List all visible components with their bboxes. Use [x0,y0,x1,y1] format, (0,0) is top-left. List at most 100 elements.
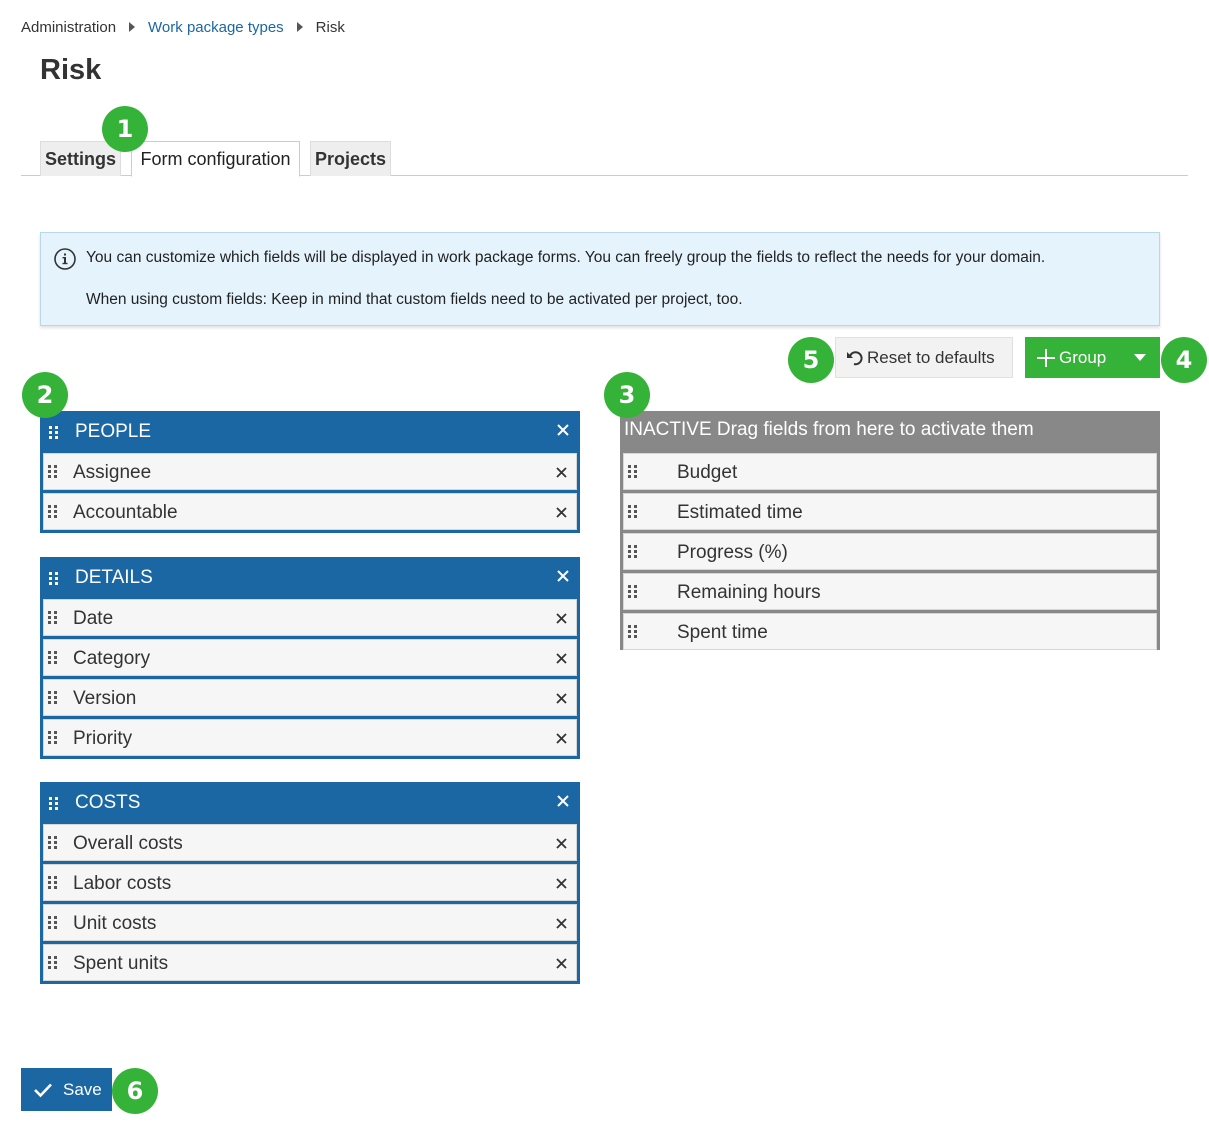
close-icon[interactable] [556,423,570,437]
field-label: Spent time [677,622,768,643]
field-label: Unit costs [73,913,157,934]
field-row[interactable]: Accountable [43,493,577,530]
field-label: Date [73,608,114,629]
group-costs[interactable]: COSTS Overall costs Labor costs Unit cos… [40,782,580,984]
drag-handle-icon[interactable] [48,465,57,478]
group-name[interactable]: DETAILS [75,567,153,589]
drag-handle-icon[interactable] [49,426,58,439]
inactive-fields-group[interactable]: INACTIVE Drag fields from here to activa… [620,411,1160,650]
group-name[interactable]: PEOPLE [75,421,151,443]
field-label: Priority [73,728,133,749]
callout-badge-5: 5 [788,337,834,383]
group-details[interactable]: DETAILS Date Category Version Priority [40,557,580,759]
inactive-header: INACTIVE Drag fields from here to activa… [624,419,1034,440]
drag-handle-icon[interactable] [48,731,57,744]
field-row[interactable]: Version [43,679,577,716]
drag-handle-icon[interactable] [628,545,637,558]
field-row[interactable]: Date [43,599,577,636]
drag-handle-icon[interactable] [48,876,57,889]
field-label: Progress (%) [677,542,788,563]
breadcrumb-administration[interactable]: Administration [21,19,116,36]
field-label: Remaining hours [677,582,821,603]
callout-badge-1: 1 [102,106,148,152]
breadcrumb-separator-icon [296,22,303,32]
tab-bar: Settings Form configuration Projects [21,141,1188,177]
chevron-down-icon[interactable] [1134,354,1146,361]
close-icon[interactable] [556,794,570,808]
drag-handle-icon[interactable] [628,505,637,518]
field-row[interactable]: Priority [43,719,577,756]
drag-handle-icon[interactable] [49,797,58,810]
drag-handle-icon[interactable] [628,465,637,478]
remove-field-icon[interactable] [556,613,567,624]
breadcrumb-work-package-types[interactable]: Work package types [148,19,284,36]
drag-handle-icon[interactable] [48,651,57,664]
inactive-field-row[interactable]: Progress (%) [623,533,1157,570]
field-row[interactable]: Spent units [43,944,577,981]
field-row[interactable]: Unit costs [43,904,577,941]
group-header[interactable]: PEOPLE [43,414,577,450]
save-button-label: Save [63,1079,102,1099]
callout-badge-4: 4 [1161,337,1207,383]
breadcrumb: Administration Work package types Risk [21,17,345,37]
group-header[interactable]: COSTS [43,785,577,821]
drag-handle-icon[interactable] [48,611,57,624]
field-label: Category [73,648,151,669]
drag-handle-icon[interactable] [48,836,57,849]
inactive-field-row[interactable]: Estimated time [623,493,1157,530]
inactive-field-row[interactable]: Spent time [623,613,1157,650]
remove-field-icon[interactable] [556,653,567,664]
field-label: Overall costs [73,833,183,854]
remove-field-icon[interactable] [556,838,567,849]
field-label: Labor costs [73,873,172,894]
drag-handle-icon[interactable] [48,691,57,704]
callout-badge-6: 6 [112,1068,158,1114]
field-label: Accountable [73,502,178,523]
field-label: Budget [677,462,738,483]
drag-handle-icon[interactable] [48,505,57,518]
info-icon [54,248,76,270]
save-button[interactable]: Save [21,1068,112,1111]
add-group-label: Group [1059,347,1107,367]
remove-field-icon[interactable] [556,918,567,929]
breadcrumb-separator-icon [129,22,136,32]
group-header[interactable]: DETAILS [43,560,577,596]
field-label: Version [73,688,137,709]
info-notice: You can customize which fields will be d… [40,232,1160,326]
remove-field-icon[interactable] [556,467,567,478]
undo-icon [847,350,863,365]
drag-handle-icon[interactable] [628,625,637,638]
tab-projects[interactable]: Projects [310,141,391,176]
reset-button-label: Reset to defaults [867,347,995,367]
breadcrumb-current: Risk [315,18,345,36]
info-text-line2: When using custom fields: Keep in mind t… [86,291,743,308]
remove-field-icon[interactable] [556,507,567,518]
add-group-button[interactable]: Group [1025,337,1160,378]
field-row[interactable]: Overall costs [43,824,577,861]
remove-field-icon[interactable] [556,958,567,969]
field-row[interactable]: Labor costs [43,864,577,901]
group-name[interactable]: COSTS [75,792,140,814]
remove-field-icon[interactable] [556,878,567,889]
callout-badge-3: 3 [604,372,650,418]
page-title: Risk [40,54,102,86]
field-row[interactable]: Category [43,639,577,676]
info-text-line1: You can customize which fields will be d… [86,249,1046,266]
remove-field-icon[interactable] [556,733,567,744]
inactive-field-row[interactable]: Budget [623,453,1157,490]
group-people[interactable]: PEOPLE Assignee Accountable [40,411,580,533]
close-icon[interactable] [556,569,570,583]
remove-field-icon[interactable] [556,693,567,704]
reset-to-defaults-button[interactable]: Reset to defaults [835,337,1013,378]
field-row[interactable]: Assignee [43,453,577,490]
checkmark-icon [34,1083,52,1097]
plus-icon [1037,348,1055,367]
tab-form-configuration[interactable]: Form configuration [131,141,300,177]
field-label: Estimated time [677,502,803,523]
field-label: Assignee [73,462,152,483]
drag-handle-icon[interactable] [48,956,57,969]
drag-handle-icon[interactable] [49,572,58,585]
drag-handle-icon[interactable] [628,585,637,598]
inactive-field-row[interactable]: Remaining hours [623,573,1157,610]
drag-handle-icon[interactable] [48,916,57,929]
